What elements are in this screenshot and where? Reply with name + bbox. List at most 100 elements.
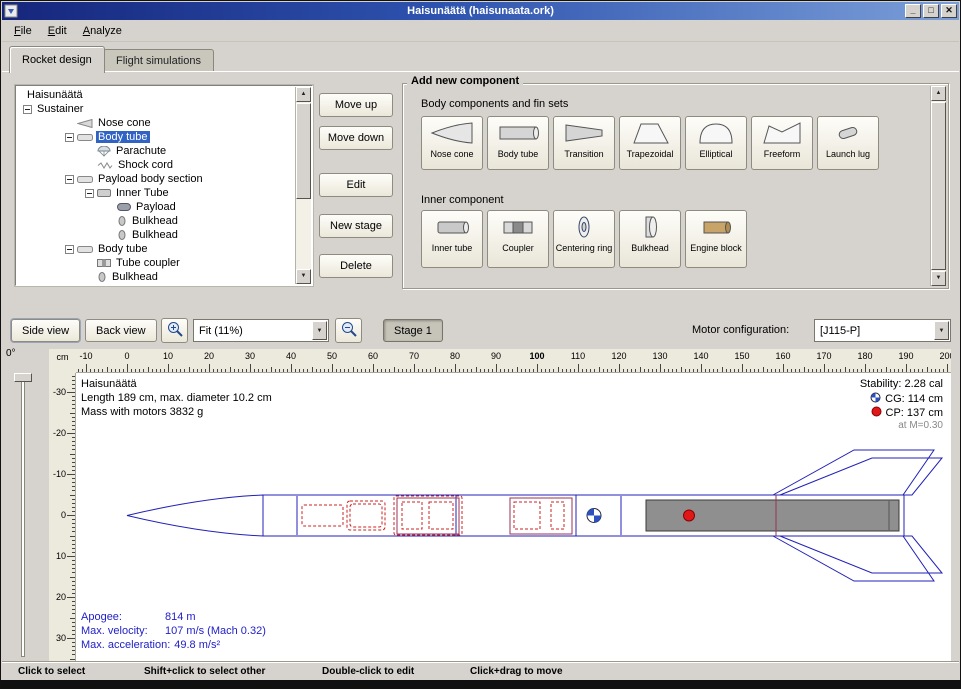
add-nose-cone-button[interactable]: Nose cone (421, 116, 483, 170)
tree-item-nose-cone[interactable]: Nose cone (17, 116, 295, 130)
move-up-button[interactable]: Move up (319, 93, 393, 117)
tree-item-bulkhead[interactable]: Bulkhead (17, 214, 295, 228)
close-button[interactable]: ✕ (941, 4, 957, 18)
ruler-tick (758, 369, 759, 372)
move-down-button[interactable]: Move down (319, 126, 393, 150)
add-launch-lug-button[interactable]: Launch lug (817, 116, 879, 170)
rocket-canvas[interactable]: Haisunäätä Length 189 cm, max. diameter … (76, 373, 951, 661)
add-trapezoidal-fin-button[interactable]: Trapezoidal (619, 116, 681, 170)
tree-item-label: Bulkhead (130, 215, 180, 227)
ruler-tick (70, 618, 75, 619)
tree-item-bulkhead[interactable]: Bulkhead (17, 228, 295, 242)
add-inner-tube-button[interactable]: Inner tube (421, 210, 483, 268)
scroll-thumb[interactable] (296, 103, 311, 199)
add-body-tube-button[interactable]: Body tube (487, 116, 549, 170)
edit-button[interactable]: Edit (319, 173, 393, 197)
fin-upper-far[interactable] (780, 458, 942, 495)
tree-item-inner-tube[interactable]: Inner Tube (17, 186, 295, 200)
collapse-toggle-icon[interactable] (23, 105, 32, 114)
ruler-tick (845, 367, 846, 372)
tab-flight-simulations[interactable]: Flight simulations (103, 49, 214, 72)
tree-item-body-tube-aft[interactable]: Body tube (17, 242, 295, 256)
scroll-up-icon[interactable]: ▲ (931, 86, 946, 101)
ruler-tick (72, 503, 75, 504)
tree-item-shock-cord[interactable]: Shock cord (17, 158, 295, 172)
tree-item-parachute[interactable]: Parachute (17, 144, 295, 158)
collapse-toggle-icon[interactable] (85, 189, 94, 198)
ruler-tick (529, 369, 530, 372)
menu-analyze[interactable]: Analyze (75, 22, 130, 40)
openrocket-window: Haisunäätä (haisunaata.ork) _ □ ✕ File E… (0, 0, 961, 689)
side-view-button[interactable]: Side view (11, 319, 80, 342)
add-bulkhead-button[interactable]: Bulkhead (619, 210, 681, 268)
tree-item-sustainer[interactable]: Sustainer (17, 102, 295, 116)
ruler-tick (578, 364, 579, 372)
maximize-button[interactable]: □ (923, 4, 939, 18)
ruler-tick (180, 369, 181, 372)
ruler-tick (72, 613, 75, 614)
collapse-toggle-icon[interactable] (65, 245, 74, 254)
new-stage-button[interactable]: New stage (319, 214, 393, 238)
ruler-tick (611, 369, 612, 372)
tab-rocket-design[interactable]: Rocket design (9, 46, 105, 73)
rotation-slider-track[interactable] (21, 375, 25, 657)
stage-1-toggle[interactable]: Stage 1 (383, 319, 443, 342)
delete-button[interactable]: Delete (319, 254, 393, 278)
zoom-in-button[interactable] (161, 318, 188, 343)
payload-section-shape[interactable] (456, 495, 576, 536)
ruler-tick (459, 369, 460, 372)
nose-cone-shape[interactable] (127, 495, 263, 536)
ruler-tick (791, 369, 792, 372)
chevron-down-icon[interactable]: ▼ (312, 321, 327, 340)
add-coupler-button[interactable]: Coupler (487, 210, 549, 268)
palette-label: Coupler (502, 244, 534, 254)
ruler-tick (72, 470, 75, 471)
zoom-select[interactable]: Fit (11%) ▼ (193, 319, 329, 342)
max-velocity-label: Max. velocity: (81, 625, 165, 637)
minimize-button[interactable]: _ (905, 4, 921, 18)
add-component-scrollbar[interactable]: ▲ ▼ (930, 86, 946, 286)
menu-edit[interactable]: Edit (40, 22, 75, 40)
collapse-toggle-icon[interactable] (65, 133, 74, 142)
tree-item-tube-coupler[interactable]: Tube coupler (17, 256, 295, 270)
add-centering-ring-button[interactable]: Centering ring (553, 210, 615, 268)
ruler-tick (72, 417, 75, 418)
rotation-slider-thumb[interactable] (14, 373, 32, 382)
zoom-out-button[interactable] (335, 318, 362, 343)
tree-scrollbar[interactable]: ▲ ▼ (295, 87, 311, 284)
tree-item-payload-body-section[interactable]: Payload body section (17, 172, 295, 186)
elliptical-fin-icon (694, 120, 738, 149)
add-transition-button[interactable]: Transition (553, 116, 615, 170)
bulkhead-icon (117, 216, 127, 226)
ruler-tick (67, 515, 75, 516)
ruler-tick (857, 369, 858, 372)
ruler-tick (722, 367, 723, 372)
tree-item-payload[interactable]: Payload (17, 200, 295, 214)
body-components-label: Body components and fin sets (421, 98, 568, 110)
tree-item-bulkhead[interactable]: Bulkhead (17, 270, 295, 284)
scroll-down-icon[interactable]: ▼ (931, 271, 946, 286)
title-bar[interactable]: Haisunäätä (haisunaata.ork) _ □ ✕ (2, 2, 959, 20)
scroll-thumb[interactable] (931, 102, 946, 270)
ruler-label: 30 (245, 351, 255, 361)
ruler-tick (184, 369, 185, 372)
scroll-down-icon[interactable]: ▼ (296, 269, 311, 284)
tree-item-body-tube[interactable]: Body tube (17, 130, 295, 144)
ruler-tick (72, 531, 75, 532)
rocket-figure[interactable] (76, 373, 951, 661)
motor-configuration-select[interactable]: [J115-P] ▼ (814, 319, 951, 342)
add-freeform-fin-button[interactable]: Freeform (751, 116, 813, 170)
ruler-tick (709, 369, 710, 372)
fin-lower-far[interactable] (780, 536, 942, 573)
back-view-button[interactable]: Back view (85, 319, 157, 342)
add-elliptical-fin-button[interactable]: Elliptical (685, 116, 747, 170)
tree-item-rocket[interactable]: Haisunäätä (17, 88, 295, 102)
add-engine-block-button[interactable]: Engine block (685, 210, 747, 268)
ruler-tick (98, 369, 99, 372)
menu-file[interactable]: File (6, 22, 40, 40)
collapse-toggle-icon[interactable] (65, 175, 74, 184)
ruler-tick (410, 369, 411, 372)
chevron-down-icon[interactable]: ▼ (934, 321, 949, 340)
scroll-up-icon[interactable]: ▲ (296, 87, 311, 102)
ruler-tick (213, 369, 214, 372)
